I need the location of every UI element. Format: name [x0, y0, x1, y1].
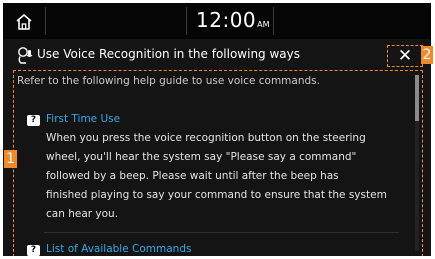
head-unit-screen: 12:00AM Use Voice Recognition in the fol…: [3, 3, 431, 256]
dialog-title: Use Voice Recognition in the following w…: [37, 47, 301, 61]
voice-recognition-icon: [18, 47, 33, 64]
home-button[interactable]: [11, 9, 37, 35]
clock-time: 12:00: [196, 8, 257, 32]
clock: 12:00AM: [196, 8, 270, 32]
section-divider: [44, 232, 399, 233]
close-icon: ✕: [397, 46, 413, 66]
clock-ampm: AM: [257, 20, 270, 29]
help-icon: ?: [27, 115, 40, 126]
status-bar-divider: [186, 7, 187, 35]
status-bar: 12:00AM: [3, 3, 431, 39]
dialog-title-bar: Use Voice Recognition in the following w…: [3, 41, 431, 69]
status-bar-divider: [45, 7, 46, 35]
section-title-available-commands[interactable]: List of Available Commands: [46, 243, 191, 255]
section-body-line: When you press the voice recognition but…: [46, 132, 366, 144]
help-intro: Refer to the following help guide to use…: [17, 75, 320, 87]
close-button[interactable]: ✕: [387, 45, 423, 67]
scrollbar-thumb[interactable]: [415, 75, 419, 121]
help-icon: ?: [27, 245, 40, 256]
callout-badge-2: 2: [421, 46, 433, 64]
section-body-line: followed by a beep. Please wait until af…: [46, 170, 339, 182]
callout-badge-1: 1: [4, 150, 17, 168]
section-body-line: finished playing to say your command to …: [46, 189, 387, 201]
section-title-first-time-use[interactable]: First Time Use: [46, 113, 120, 125]
status-bar-divider: [273, 7, 274, 35]
home-icon: [16, 14, 32, 30]
section-body-line: can hear you.: [46, 208, 119, 220]
help-content[interactable]: Refer to the following help guide to use…: [13, 70, 423, 256]
section-body-line: wheel, you'll hear the system say "Pleas…: [46, 151, 357, 163]
